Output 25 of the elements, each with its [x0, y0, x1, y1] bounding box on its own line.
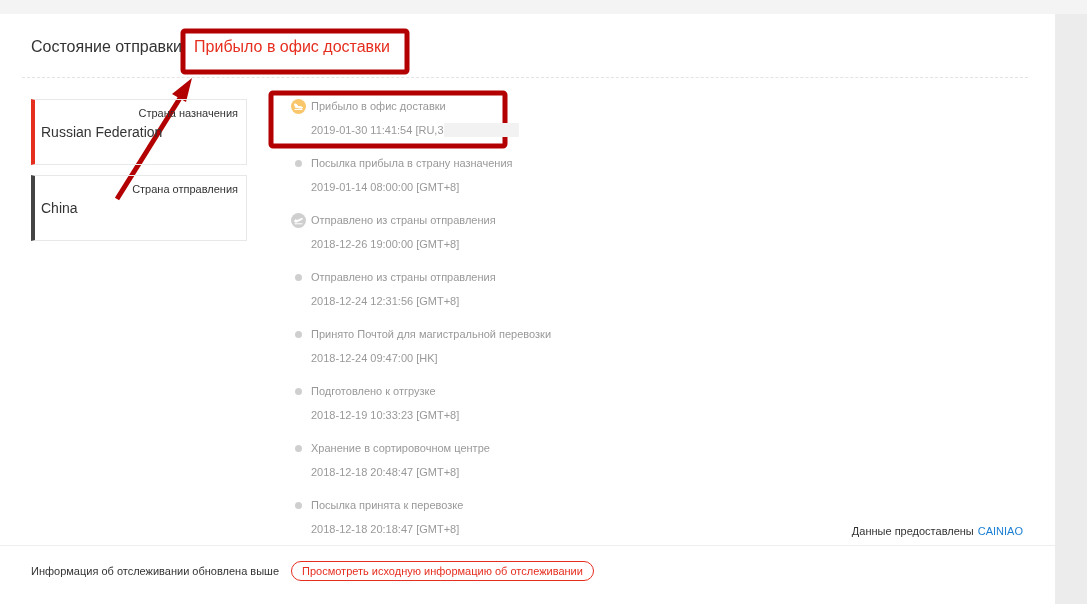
- event-title: Посылка принята к перевозке: [311, 498, 464, 512]
- event-title: Посылка прибыла в страну назначения: [311, 156, 513, 170]
- event-title: Прибыло в офис доставки: [311, 99, 447, 113]
- original-info-button[interactable]: Просмотреть исходную информацию об отслеживании: [291, 561, 594, 581]
- country-name: China: [41, 200, 79, 216]
- event-title: Принято Почтой для магистральной перевозки: [311, 327, 552, 341]
- event-time: 2018-12-19 10:33:23 [GMT+8]: [311, 408, 460, 422]
- provider-label: Данные предоставлены: [851, 525, 974, 537]
- event-time: 2018-12-18 20:48:47 [GMT+8]: [311, 465, 460, 479]
- event-time: 2018-12-24 09:47:00 [HK]: [311, 351, 438, 365]
- event-time: 2018-12-26 19:00:00 [GMT+8]: [311, 237, 460, 251]
- plane-takeoff-icon: [291, 213, 306, 228]
- event-title: Отправлено из страны отправления: [311, 270, 496, 284]
- provider-link[interactable]: CAINIAO: [977, 525, 1023, 537]
- event-time: 2018-12-24 12:31:56 [GMT+8]: [311, 294, 460, 308]
- event-time: 2018-12-18 20:18:47 [GMT+8]: [311, 522, 460, 536]
- event-time: 2019-01-30 11:41:54 [RU,3: [311, 123, 444, 137]
- update-note: Информация об отслеживании обновлена выше: [31, 565, 280, 577]
- country-label: Страна отправления: [131, 183, 238, 195]
- event-title: Подготовлено к отгрузке: [311, 384, 437, 398]
- plane-landing-icon: [291, 99, 306, 114]
- event-time: 2019-01-14 08:00:00 [GMT+8]: [311, 180, 460, 194]
- status-value: Прибыло в офис доставки: [194, 37, 391, 57]
- event-title: Хранение в сортировочном центре: [311, 441, 490, 455]
- event-title: Отправлено из страны отправления: [311, 213, 496, 227]
